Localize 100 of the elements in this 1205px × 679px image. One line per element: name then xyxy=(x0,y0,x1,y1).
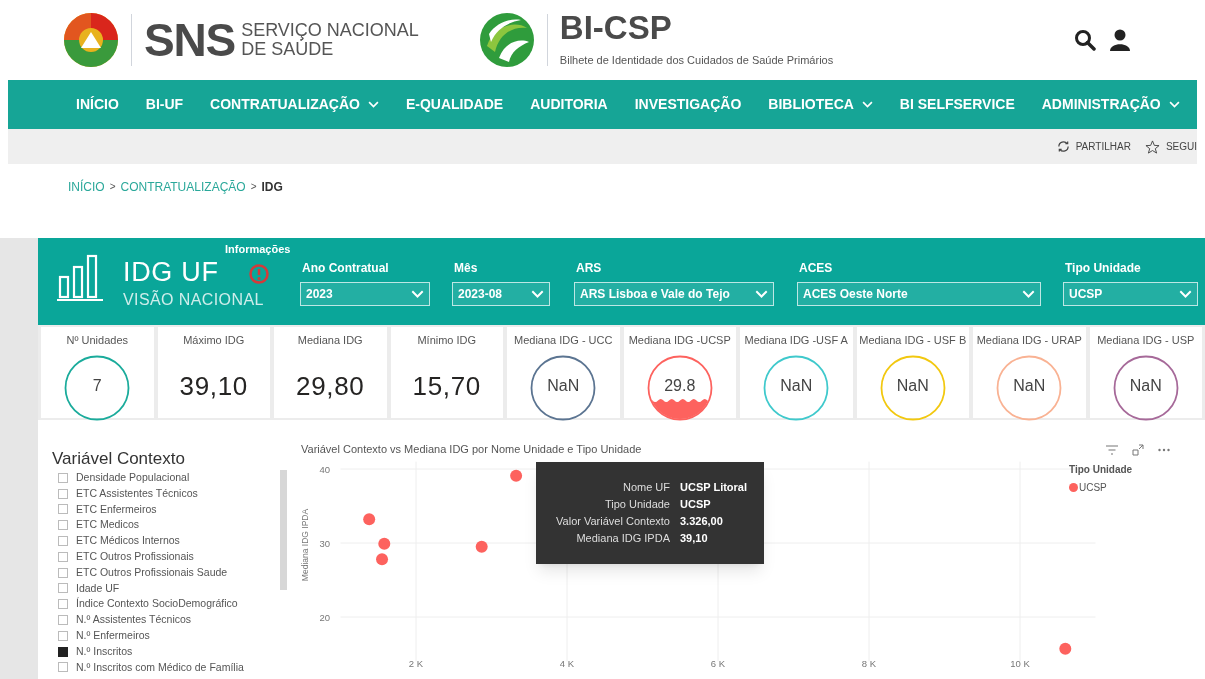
filter-icon[interactable] xyxy=(1106,445,1118,455)
legend-title: Tipo Unidade xyxy=(1069,463,1133,477)
sns-title: SNS xyxy=(144,17,236,63)
slicer-option[interactable]: N.º Inscritos com Médico de Família xyxy=(76,659,244,676)
tooltip-value: UCSP xyxy=(680,497,711,512)
nav-link[interactable]: INVESTIGAÇÃO xyxy=(634,94,742,115)
checkbox[interactable] xyxy=(58,567,68,578)
slicer-option[interactable]: ETC Medicos xyxy=(76,517,139,534)
focus-mode-icon[interactable] xyxy=(1132,444,1144,456)
filter-dropdown[interactable]: 2023-08 xyxy=(452,282,550,306)
slicer-option[interactable]: ETC Outros Profissionais xyxy=(76,549,194,565)
breadcrumb-link[interactable]: INÍCIO xyxy=(68,177,105,196)
gauge-circle xyxy=(879,354,946,421)
more-options-icon[interactable] xyxy=(1158,448,1170,452)
kpi-label: Mediana IDG - USF B xyxy=(859,333,967,348)
tooltip-label: Tipo Unidade xyxy=(603,497,670,512)
checkbox[interactable] xyxy=(58,472,68,483)
filter-dropdown[interactable]: UCSP xyxy=(1063,282,1198,306)
slicer-option[interactable]: Índice Contexto SocioDemográfico xyxy=(76,596,238,613)
kpi-label: Mediana IDG xyxy=(297,333,363,348)
slicer-option[interactable]: ETC Outros Profissionais Saude xyxy=(76,564,228,581)
data-point[interactable] xyxy=(376,553,389,566)
gauge-circle xyxy=(64,354,131,421)
kpi-label: Mediana IDG - USP xyxy=(1097,333,1195,348)
kpi-label: Nº Unidades xyxy=(66,333,128,348)
data-point[interactable] xyxy=(510,469,523,482)
nav-link[interactable]: ADMINISTRAÇÃO xyxy=(1041,94,1180,115)
kpi-label: Mediana IDG -USF A xyxy=(744,333,848,348)
star-icon xyxy=(1144,139,1160,154)
nav-link[interactable]: E-QUALIDADE xyxy=(405,94,504,115)
checkbox[interactable] xyxy=(58,599,68,610)
slicer-option[interactable]: N.º Enfermeiros xyxy=(76,628,150,644)
checkbox[interactable] xyxy=(58,583,68,594)
swirl-logo-icon xyxy=(63,12,119,68)
x-tick-label: 6 K xyxy=(710,658,726,670)
slicer-option[interactable]: ETC Enfermeiros xyxy=(76,501,157,518)
checkbox[interactable] xyxy=(58,504,68,515)
filter-label: ARS xyxy=(576,260,602,277)
data-point[interactable] xyxy=(475,540,488,553)
breadcrumb-link[interactable]: CONTRATUALIZAÇÃO xyxy=(120,177,246,196)
follow-link[interactable]: SEGUI xyxy=(1144,139,1197,154)
slicer-option[interactable]: Idade UF xyxy=(76,580,120,597)
legend-label: UCSP xyxy=(1079,481,1107,495)
checkbox[interactable] xyxy=(58,536,68,547)
y-axis-label: Mediana IDG IPDA xyxy=(300,508,310,582)
app-title: BI-CSP xyxy=(559,11,673,45)
checkbox[interactable] xyxy=(58,630,68,641)
checkbox[interactable] xyxy=(58,662,68,673)
nav-link[interactable]: INÍCIO xyxy=(76,94,119,115)
checkbox[interactable] xyxy=(58,520,68,531)
filter-dropdown[interactable]: 2023 xyxy=(300,282,430,306)
kpi-label: Mediana IDG - UCC xyxy=(514,333,613,348)
slicer-option[interactable]: N.º Inscritos xyxy=(76,643,133,660)
tooltip-label: Valor Variável Contexto xyxy=(555,514,670,529)
info-icon[interactable] xyxy=(249,264,269,284)
checkbox[interactable] xyxy=(58,615,68,626)
kpi-value: 29,80 xyxy=(296,369,365,403)
breadcrumb-current: IDG xyxy=(261,178,283,196)
tooltip-label: Nome UF xyxy=(621,480,670,495)
gauge-circle xyxy=(996,354,1063,421)
filter-dropdown[interactable]: ACES Oeste Norte xyxy=(797,282,1041,306)
x-tick-label: 10 K xyxy=(1010,658,1030,670)
breadcrumb-separator: > xyxy=(109,180,116,194)
filter-dropdown[interactable]: ARS Lisboa e Vale do Tejo xyxy=(574,282,774,306)
gauge-circle xyxy=(763,354,830,421)
data-point[interactable] xyxy=(378,537,391,550)
report-title: IDG UF xyxy=(123,259,219,286)
chevron-down-icon xyxy=(1179,290,1192,298)
checkbox[interactable] xyxy=(58,551,68,562)
search-icon[interactable] xyxy=(1074,29,1096,51)
kpi-value: 15,70 xyxy=(412,369,481,403)
checkbox[interactable] xyxy=(58,646,68,657)
refresh-icon xyxy=(1056,140,1070,153)
slicer-option[interactable]: Densidade Populacional xyxy=(76,470,190,486)
x-tick-label: 2 K xyxy=(408,658,424,670)
filter-label: Ano Contratual xyxy=(302,260,389,277)
kpi-value: NaN xyxy=(547,376,580,397)
scrollbar[interactable] xyxy=(280,470,287,590)
data-point[interactable] xyxy=(1059,642,1072,655)
nav-link[interactable]: CONTRATUALIZAÇÃO xyxy=(210,94,379,115)
nav-link[interactable]: BIBLIOTECA xyxy=(768,94,873,115)
filter-label: Mês xyxy=(454,260,478,277)
nav-link[interactable]: BI-UF xyxy=(145,94,184,115)
slicer-option[interactable]: N.º Assistentes Técnicos xyxy=(76,612,192,628)
share-link[interactable]: PARTILHAR xyxy=(1056,139,1131,154)
chevron-down-icon xyxy=(755,290,768,298)
user-icon[interactable] xyxy=(1110,29,1130,51)
sns-subtitle-line: DE SAÚDE xyxy=(241,40,335,59)
tooltip-value: 3.326,00 xyxy=(680,514,723,529)
data-point[interactable] xyxy=(363,513,376,526)
slicer-option[interactable]: ETC Assistentes Técnicos xyxy=(76,485,198,502)
nav-link[interactable]: BI SELFSERVICE xyxy=(899,94,1015,115)
chevron-down-icon xyxy=(531,290,544,298)
checkbox[interactable] xyxy=(58,488,68,499)
chevron-down-icon xyxy=(1168,101,1180,108)
chevron-down-icon xyxy=(1022,290,1035,298)
kpi-label: Mediana IDG - URAP xyxy=(976,333,1082,348)
nav-link[interactable]: AUDITORIA xyxy=(530,94,608,115)
slicer-option[interactable]: ETC Médicos Internos xyxy=(76,533,180,549)
filter-label: Tipo Unidade xyxy=(1065,260,1141,277)
